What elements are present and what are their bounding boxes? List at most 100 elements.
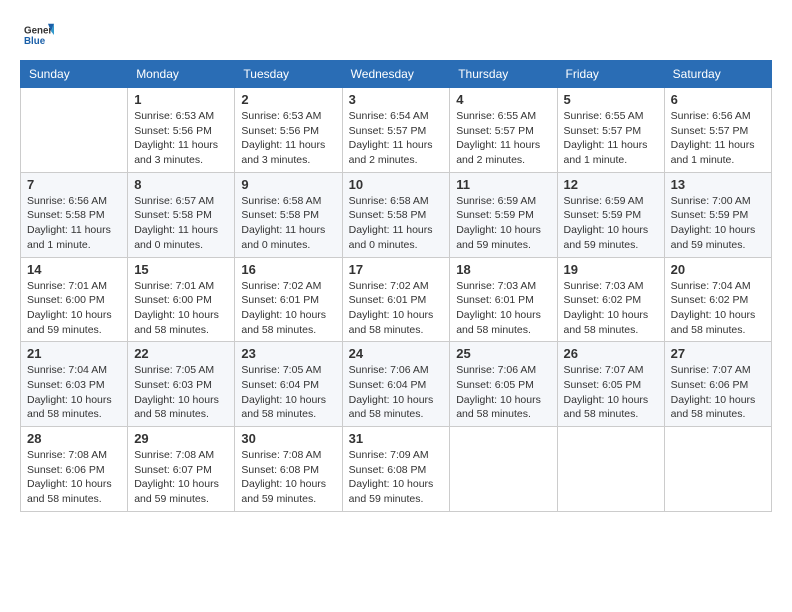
day-number: 22 xyxy=(134,346,228,361)
calendar-cell: 11 Sunrise: 6:59 AM Sunset: 5:59 PM Dayli… xyxy=(450,172,557,257)
day-number: 16 xyxy=(241,262,335,277)
day-info: Sunrise: 7:08 AM Sunset: 6:06 PM Dayligh… xyxy=(27,448,121,507)
calendar-cell: 18 Sunrise: 7:03 AM Sunset: 6:01 PM Dayli… xyxy=(450,257,557,342)
day-info: Sunrise: 7:04 AM Sunset: 6:03 PM Dayligh… xyxy=(27,363,121,422)
calendar-cell: 1 Sunrise: 6:53 AM Sunset: 5:56 PM Daylig… xyxy=(128,88,235,173)
calendar-cell: 21 Sunrise: 7:04 AM Sunset: 6:03 PM Dayli… xyxy=(21,342,128,427)
day-number: 27 xyxy=(671,346,765,361)
day-number: 5 xyxy=(564,92,658,107)
day-info: Sunrise: 6:58 AM Sunset: 5:58 PM Dayligh… xyxy=(349,194,444,253)
header-tuesday: Tuesday xyxy=(235,61,342,88)
day-number: 20 xyxy=(671,262,765,277)
day-info: Sunrise: 6:54 AM Sunset: 5:57 PM Dayligh… xyxy=(349,109,444,168)
calendar-cell: 20 Sunrise: 7:04 AM Sunset: 6:02 PM Dayli… xyxy=(664,257,771,342)
calendar-cell: 13 Sunrise: 7:00 AM Sunset: 5:59 PM Dayli… xyxy=(664,172,771,257)
day-number: 4 xyxy=(456,92,550,107)
day-number: 10 xyxy=(349,177,444,192)
day-info: Sunrise: 7:00 AM Sunset: 5:59 PM Dayligh… xyxy=(671,194,765,253)
calendar-cell: 10 Sunrise: 6:58 AM Sunset: 5:58 PM Dayli… xyxy=(342,172,450,257)
calendar-cell: 22 Sunrise: 7:05 AM Sunset: 6:03 PM Dayli… xyxy=(128,342,235,427)
calendar-cell: 3 Sunrise: 6:54 AM Sunset: 5:57 PM Daylig… xyxy=(342,88,450,173)
day-info: Sunrise: 7:03 AM Sunset: 6:02 PM Dayligh… xyxy=(564,279,658,338)
calendar-header-row: SundayMondayTuesdayWednesdayThursdayFrid… xyxy=(21,61,772,88)
svg-text:Blue: Blue xyxy=(24,36,46,47)
day-info: Sunrise: 6:58 AM Sunset: 5:58 PM Dayligh… xyxy=(241,194,335,253)
calendar-week-row: 28 Sunrise: 7:08 AM Sunset: 6:06 PM Dayli… xyxy=(21,427,772,512)
header-saturday: Saturday xyxy=(664,61,771,88)
calendar-cell: 2Sunrise: 6:53 AM Sunset: 5:56 PM Daylig… xyxy=(235,88,342,173)
calendar-cell: 26 Sunrise: 7:07 AM Sunset: 6:05 PM Dayli… xyxy=(557,342,664,427)
calendar-week-row: 21 Sunrise: 7:04 AM Sunset: 6:03 PM Dayli… xyxy=(21,342,772,427)
day-number: 14 xyxy=(27,262,121,277)
day-info: Sunrise: 7:08 AM Sunset: 6:08 PM Dayligh… xyxy=(241,448,335,507)
day-number: 26 xyxy=(564,346,658,361)
calendar-cell: 25Sunrise: 7:06 AM Sunset: 6:05 PM Dayli… xyxy=(450,342,557,427)
day-number: 21 xyxy=(27,346,121,361)
day-number: 11 xyxy=(456,177,550,192)
day-number: 6 xyxy=(671,92,765,107)
day-number: 23 xyxy=(241,346,335,361)
header-friday: Friday xyxy=(557,61,664,88)
calendar-cell: 23Sunrise: 7:05 AM Sunset: 6:04 PM Dayli… xyxy=(235,342,342,427)
calendar-cell: 6 Sunrise: 6:56 AM Sunset: 5:57 PM Daylig… xyxy=(664,88,771,173)
day-info: Sunrise: 7:01 AM Sunset: 6:00 PM Dayligh… xyxy=(134,279,228,338)
calendar-week-row: 1 Sunrise: 6:53 AM Sunset: 5:56 PM Daylig… xyxy=(21,88,772,173)
day-number: 15 xyxy=(134,262,228,277)
calendar-cell: 5Sunrise: 6:55 AM Sunset: 5:57 PM Daylig… xyxy=(557,88,664,173)
day-number: 2 xyxy=(241,92,335,107)
calendar-week-row: 14 Sunrise: 7:01 AM Sunset: 6:00 PM Dayli… xyxy=(21,257,772,342)
calendar-cell xyxy=(450,427,557,512)
day-number: 29 xyxy=(134,431,228,446)
calendar-cell xyxy=(557,427,664,512)
day-info: Sunrise: 7:01 AM Sunset: 6:00 PM Dayligh… xyxy=(27,279,121,338)
calendar-cell: 17 Sunrise: 7:02 AM Sunset: 6:01 PM Dayli… xyxy=(342,257,450,342)
header-wednesday: Wednesday xyxy=(342,61,450,88)
calendar-cell: 15 Sunrise: 7:01 AM Sunset: 6:00 PM Dayli… xyxy=(128,257,235,342)
header-monday: Monday xyxy=(128,61,235,88)
day-info: Sunrise: 7:09 AM Sunset: 6:08 PM Dayligh… xyxy=(349,448,444,507)
day-number: 18 xyxy=(456,262,550,277)
day-info: Sunrise: 6:56 AM Sunset: 5:57 PM Dayligh… xyxy=(671,109,765,168)
day-number: 28 xyxy=(27,431,121,446)
calendar-cell: 9 Sunrise: 6:58 AM Sunset: 5:58 PM Daylig… xyxy=(235,172,342,257)
calendar-cell: 4 Sunrise: 6:55 AM Sunset: 5:57 PM Daylig… xyxy=(450,88,557,173)
calendar-table: SundayMondayTuesdayWednesdayThursdayFrid… xyxy=(20,60,772,512)
calendar-cell: 19 Sunrise: 7:03 AM Sunset: 6:02 PM Dayli… xyxy=(557,257,664,342)
day-info: Sunrise: 7:04 AM Sunset: 6:02 PM Dayligh… xyxy=(671,279,765,338)
day-info: Sunrise: 7:02 AM Sunset: 6:01 PM Dayligh… xyxy=(349,279,444,338)
calendar-cell: 30 Sunrise: 7:08 AM Sunset: 6:08 PM Dayli… xyxy=(235,427,342,512)
calendar-cell: 28 Sunrise: 7:08 AM Sunset: 6:06 PM Dayli… xyxy=(21,427,128,512)
day-info: Sunrise: 7:05 AM Sunset: 6:03 PM Dayligh… xyxy=(134,363,228,422)
day-info: Sunrise: 7:02 AM Sunset: 6:01 PM Dayligh… xyxy=(241,279,335,338)
day-info: Sunrise: 7:06 AM Sunset: 6:05 PM Dayligh… xyxy=(456,363,550,422)
calendar-cell: 16 Sunrise: 7:02 AM Sunset: 6:01 PM Dayli… xyxy=(235,257,342,342)
day-number: 1 xyxy=(134,92,228,107)
day-info: Sunrise: 7:03 AM Sunset: 6:01 PM Dayligh… xyxy=(456,279,550,338)
day-number: 13 xyxy=(671,177,765,192)
calendar-cell: 7 Sunrise: 6:56 AM Sunset: 5:58 PM Daylig… xyxy=(21,172,128,257)
header-sunday: Sunday xyxy=(21,61,128,88)
day-number: 12 xyxy=(564,177,658,192)
day-info: Sunrise: 6:53 AM Sunset: 5:56 PM Dayligh… xyxy=(134,109,228,168)
calendar-cell: 31 Sunrise: 7:09 AM Sunset: 6:08 PM Dayli… xyxy=(342,427,450,512)
day-info: Sunrise: 7:06 AM Sunset: 6:04 PM Dayligh… xyxy=(349,363,444,422)
day-number: 3 xyxy=(349,92,444,107)
day-info: Sunrise: 7:07 AM Sunset: 6:05 PM Dayligh… xyxy=(564,363,658,422)
day-number: 19 xyxy=(564,262,658,277)
day-info: Sunrise: 6:55 AM Sunset: 5:57 PM Dayligh… xyxy=(456,109,550,168)
calendar-cell: 27Sunrise: 7:07 AM Sunset: 6:06 PM Dayli… xyxy=(664,342,771,427)
day-number: 24 xyxy=(349,346,444,361)
calendar-cell: 24 Sunrise: 7:06 AM Sunset: 6:04 PM Dayli… xyxy=(342,342,450,427)
calendar-cell: 14 Sunrise: 7:01 AM Sunset: 6:00 PM Dayli… xyxy=(21,257,128,342)
day-info: Sunrise: 6:57 AM Sunset: 5:58 PM Dayligh… xyxy=(134,194,228,253)
calendar-cell xyxy=(664,427,771,512)
day-info: Sunrise: 6:59 AM Sunset: 5:59 PM Dayligh… xyxy=(456,194,550,253)
day-info: Sunrise: 6:56 AM Sunset: 5:58 PM Dayligh… xyxy=(27,194,121,253)
day-number: 30 xyxy=(241,431,335,446)
day-number: 17 xyxy=(349,262,444,277)
header-thursday: Thursday xyxy=(450,61,557,88)
day-number: 31 xyxy=(349,431,444,446)
day-number: 9 xyxy=(241,177,335,192)
calendar-cell: 29Sunrise: 7:08 AM Sunset: 6:07 PM Dayli… xyxy=(128,427,235,512)
day-number: 7 xyxy=(27,177,121,192)
